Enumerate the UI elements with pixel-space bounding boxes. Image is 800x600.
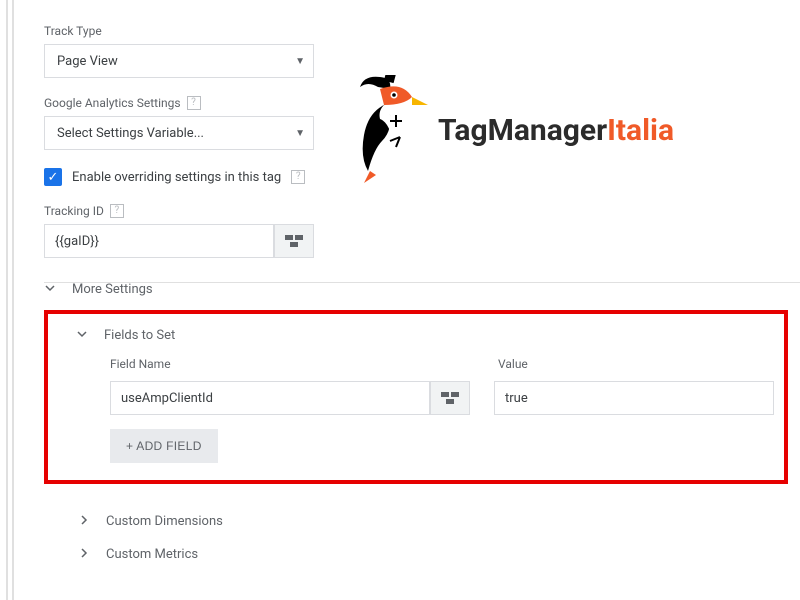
help-icon[interactable]: ?	[110, 204, 124, 218]
track-type-select[interactable]: Page View ▼	[44, 44, 314, 78]
help-icon[interactable]: ?	[187, 96, 201, 110]
override-checkbox-label: Enable overriding settings in this tag	[72, 170, 281, 185]
variable-picker-button[interactable]	[430, 381, 470, 415]
tracking-id-input[interactable]: {{gaID}}	[44, 224, 274, 258]
chevron-down-icon	[44, 282, 56, 297]
field-value-input[interactable]: true	[494, 381, 774, 415]
chevron-right-icon	[78, 547, 90, 562]
more-settings-label: More Settings	[72, 282, 153, 297]
fields-to-set-toggle[interactable]: Fields to Set	[76, 328, 784, 343]
add-field-button[interactable]: + ADD FIELD	[110, 429, 218, 463]
fields-to-set-label: Fields to Set	[104, 328, 175, 343]
field-name-value: useAmpClientId	[121, 391, 213, 406]
help-icon[interactable]: ?	[291, 170, 305, 184]
override-checkbox[interactable]: ✓	[44, 168, 62, 186]
field-name-column-label: Field Name	[110, 357, 498, 371]
ga-settings-select[interactable]: Select Settings Variable... ▼	[44, 116, 314, 150]
brick-icon	[441, 392, 459, 404]
custom-dimensions-toggle[interactable]: Custom Dimensions	[78, 514, 223, 529]
custom-dimensions-label: Custom Dimensions	[106, 514, 223, 529]
ga-settings-label: Google Analytics Settings	[44, 96, 181, 110]
field-value-value: true	[505, 391, 528, 406]
brick-icon	[285, 235, 303, 247]
chevron-right-icon	[78, 514, 90, 529]
variable-picker-button[interactable]	[274, 224, 314, 258]
custom-metrics-toggle[interactable]: Custom Metrics	[78, 547, 223, 562]
chevron-down-icon: ▼	[295, 56, 305, 67]
track-type-label: Track Type	[44, 24, 800, 38]
tracking-id-value: {{gaID}}	[55, 234, 99, 249]
field-name-input[interactable]: useAmpClientId	[110, 381, 430, 415]
value-column-label: Value	[498, 357, 528, 371]
track-type-value: Page View	[57, 54, 118, 69]
more-settings-toggle[interactable]: More Settings	[44, 282, 153, 297]
ga-settings-value: Select Settings Variable...	[57, 126, 204, 141]
field-row: useAmpClientId true	[110, 381, 784, 415]
custom-metrics-label: Custom Metrics	[106, 547, 198, 562]
tracking-id-label: Tracking ID	[44, 204, 104, 218]
chevron-down-icon: ▼	[295, 128, 305, 139]
chevron-down-icon	[76, 328, 88, 343]
fields-to-set-section: Fields to Set Field Name Value useAmpCli…	[44, 310, 788, 484]
